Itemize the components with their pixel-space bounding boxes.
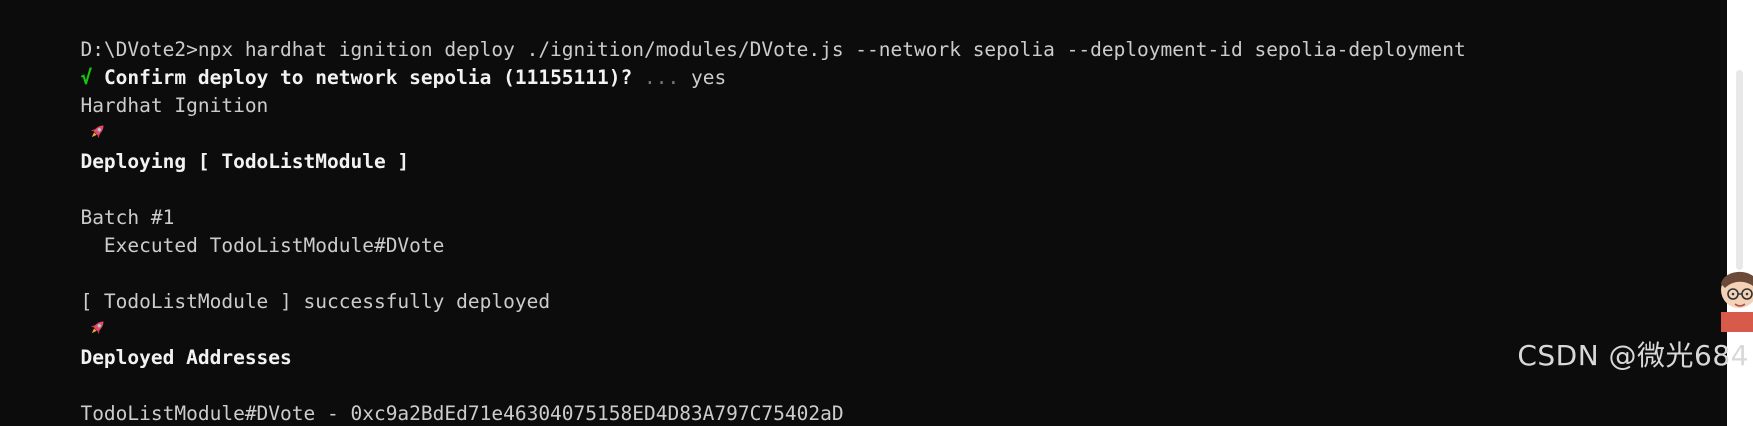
confirm-answer: yes — [679, 66, 727, 89]
ignition-title: Hardhat Ignition — [80, 94, 269, 117]
confirm-prompt: Confirm deploy to network sepolia (11155… — [92, 66, 633, 89]
check-icon: √ — [80, 66, 93, 89]
rocket-icon — [91, 125, 104, 139]
contract-address: TodoListModule#DVote - 0xc9a2BdEd71e4630… — [80, 402, 844, 425]
avatar-sticker — [1721, 271, 1753, 332]
rocket-icon — [91, 321, 104, 335]
deploying-text: Deploying [ TodoListModule ] — [80, 150, 410, 173]
executed-line: Executed TodoListModule#DVote — [10, 204, 1720, 257]
address-line: TodoListModule#DVote - 0xc9a2BdEd71e4630… — [10, 372, 1720, 425]
watermark: CSDN @微光684 — [1517, 339, 1749, 372]
success-line: [ TodoListModule ] successfully deployed — [10, 260, 1720, 335]
terminal-output: D:\DVote2>npx hardhat ignition deploy ./… — [10, 8, 1720, 425]
prompt-ellipsis: ... — [632, 66, 680, 89]
batch-text: Batch #1 — [80, 206, 175, 229]
addresses-heading: Deployed Addresses — [80, 346, 292, 369]
deploying-line: Deploying [ TodoListModule ] — [10, 120, 1720, 173]
success-text: [ TodoListModule ] successfully deployed — [80, 290, 551, 313]
batch-line: Batch #1 — [10, 176, 1720, 229]
command-text: D:\DVote2>npx hardhat ignition deploy ./… — [80, 38, 1466, 61]
executed-text: Executed TodoListModule#DVote — [80, 234, 445, 257]
terminal-window[interactable]: D:\DVote2>npx hardhat ignition deploy ./… — [0, 0, 1727, 426]
addresses-heading-line: Deployed Addresses — [10, 316, 1720, 369]
command-line: D:\DVote2>npx hardhat ignition deploy ./… — [10, 8, 1720, 61]
scroll-thumb[interactable] — [1736, 70, 1743, 270]
